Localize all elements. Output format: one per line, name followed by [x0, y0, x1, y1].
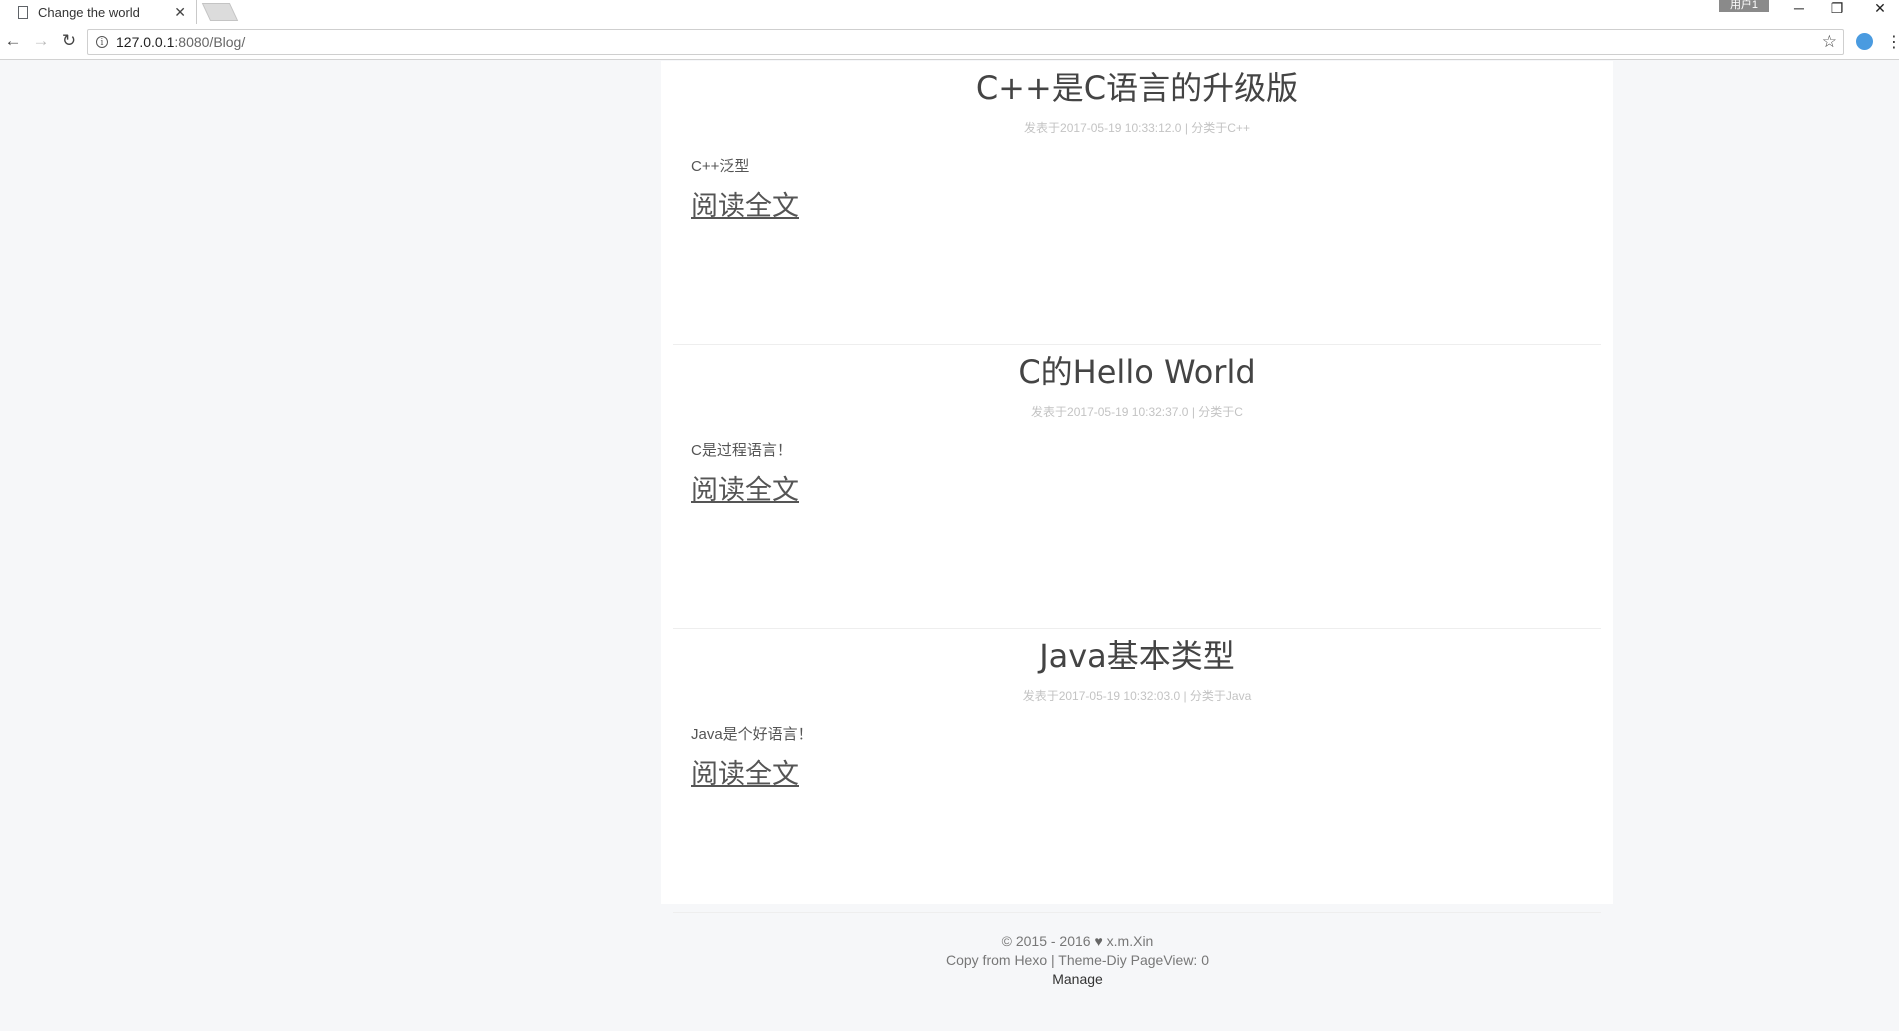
post-excerpt: Java是个好语言！: [691, 726, 813, 743]
post-meta: 发表于2017-05-19 10:32:37.0 | 分类于C: [1031, 405, 1243, 419]
browser-toolbar: ← → ↻ i 127.0.0.1:8080/Blog/ ☆ ⋮: [0, 24, 1899, 60]
post-item: C的Hello World 发表于2017-05-19 10:32:37.0 |…: [673, 345, 1601, 629]
posts-container: C++是C语言的升级版 发表于2017-05-19 10:33:12.0 | 分…: [661, 61, 1613, 913]
post-meta: 发表于2017-05-19 10:32:03.0 | 分类于Java: [1022, 689, 1252, 703]
footer-credits: Copy from Hexo | Theme-Diy PageView: 0: [945, 952, 1209, 968]
forward-icon[interactable]: →: [30, 30, 52, 52]
close-icon[interactable]: ✕: [174, 4, 186, 21]
address-bar[interactable]: i 127.0.0.1:8080/Blog/ ☆: [87, 29, 1844, 55]
tab-title: Change the world: [38, 4, 140, 20]
new-tab-button[interactable]: [201, 3, 239, 21]
copyright-text: © 2015 - 2016: [1001, 933, 1091, 949]
footer: © 2015 - 2016 ♥ x.m.Xin Copy from Hexo |…: [128, 932, 1899, 989]
read-more-link[interactable]: 阅读全文: [691, 752, 799, 791]
post-item: Java基本类型 发表于2017-05-19 10:32:03.0 | 分类于J…: [673, 629, 1601, 913]
manage-link[interactable]: Manage: [128, 970, 1899, 989]
post-title[interactable]: Java基本类型: [673, 631, 1601, 677]
page-body: C++是C语言的升级版 发表于2017-05-19 10:33:12.0 | 分…: [0, 61, 1899, 1031]
restore-button[interactable]: ❐: [1817, 0, 1857, 18]
url-text: 127.0.0.1:8080/Blog/: [116, 34, 1822, 50]
minimize-button[interactable]: ─: [1779, 0, 1819, 18]
star-icon[interactable]: ☆: [1822, 32, 1837, 52]
info-icon[interactable]: i: [96, 36, 108, 48]
extension-icon[interactable]: [1856, 33, 1873, 50]
post-excerpt: C++泛型: [691, 158, 750, 175]
reload-icon[interactable]: ↻: [58, 30, 80, 52]
menu-icon[interactable]: ⋮: [1886, 32, 1899, 52]
user-profile-badge[interactable]: 用户1: [1719, 0, 1769, 12]
url-path: :8080/Blog/: [174, 34, 246, 50]
read-more-link[interactable]: 阅读全文: [691, 184, 799, 223]
post-title[interactable]: C的Hello World: [673, 347, 1601, 393]
author-name: x.m.Xin: [1106, 933, 1154, 949]
heart-icon: ♥: [1094, 933, 1103, 949]
post-title[interactable]: C++是C语言的升级版: [673, 63, 1601, 109]
window-close-button[interactable]: ✕: [1860, 0, 1899, 18]
browser-tab[interactable]: Change the world ✕: [0, 0, 197, 24]
document-icon: [18, 5, 28, 19]
post-excerpt: C是过程语言！: [691, 442, 792, 459]
read-more-link[interactable]: 阅读全文: [691, 468, 799, 507]
back-icon[interactable]: ←: [2, 30, 24, 52]
url-host: 127.0.0.1: [116, 34, 175, 50]
post-meta: 发表于2017-05-19 10:33:12.0 | 分类于C++: [1024, 121, 1250, 135]
post-item: C++是C语言的升级版 发表于2017-05-19 10:33:12.0 | 分…: [673, 61, 1601, 345]
footer-copyright-line: © 2015 - 2016 ♥ x.m.Xin: [128, 932, 1899, 951]
tab-strip: Change the world ✕ 用户1 ─ ❐ ✕: [0, 0, 1899, 24]
